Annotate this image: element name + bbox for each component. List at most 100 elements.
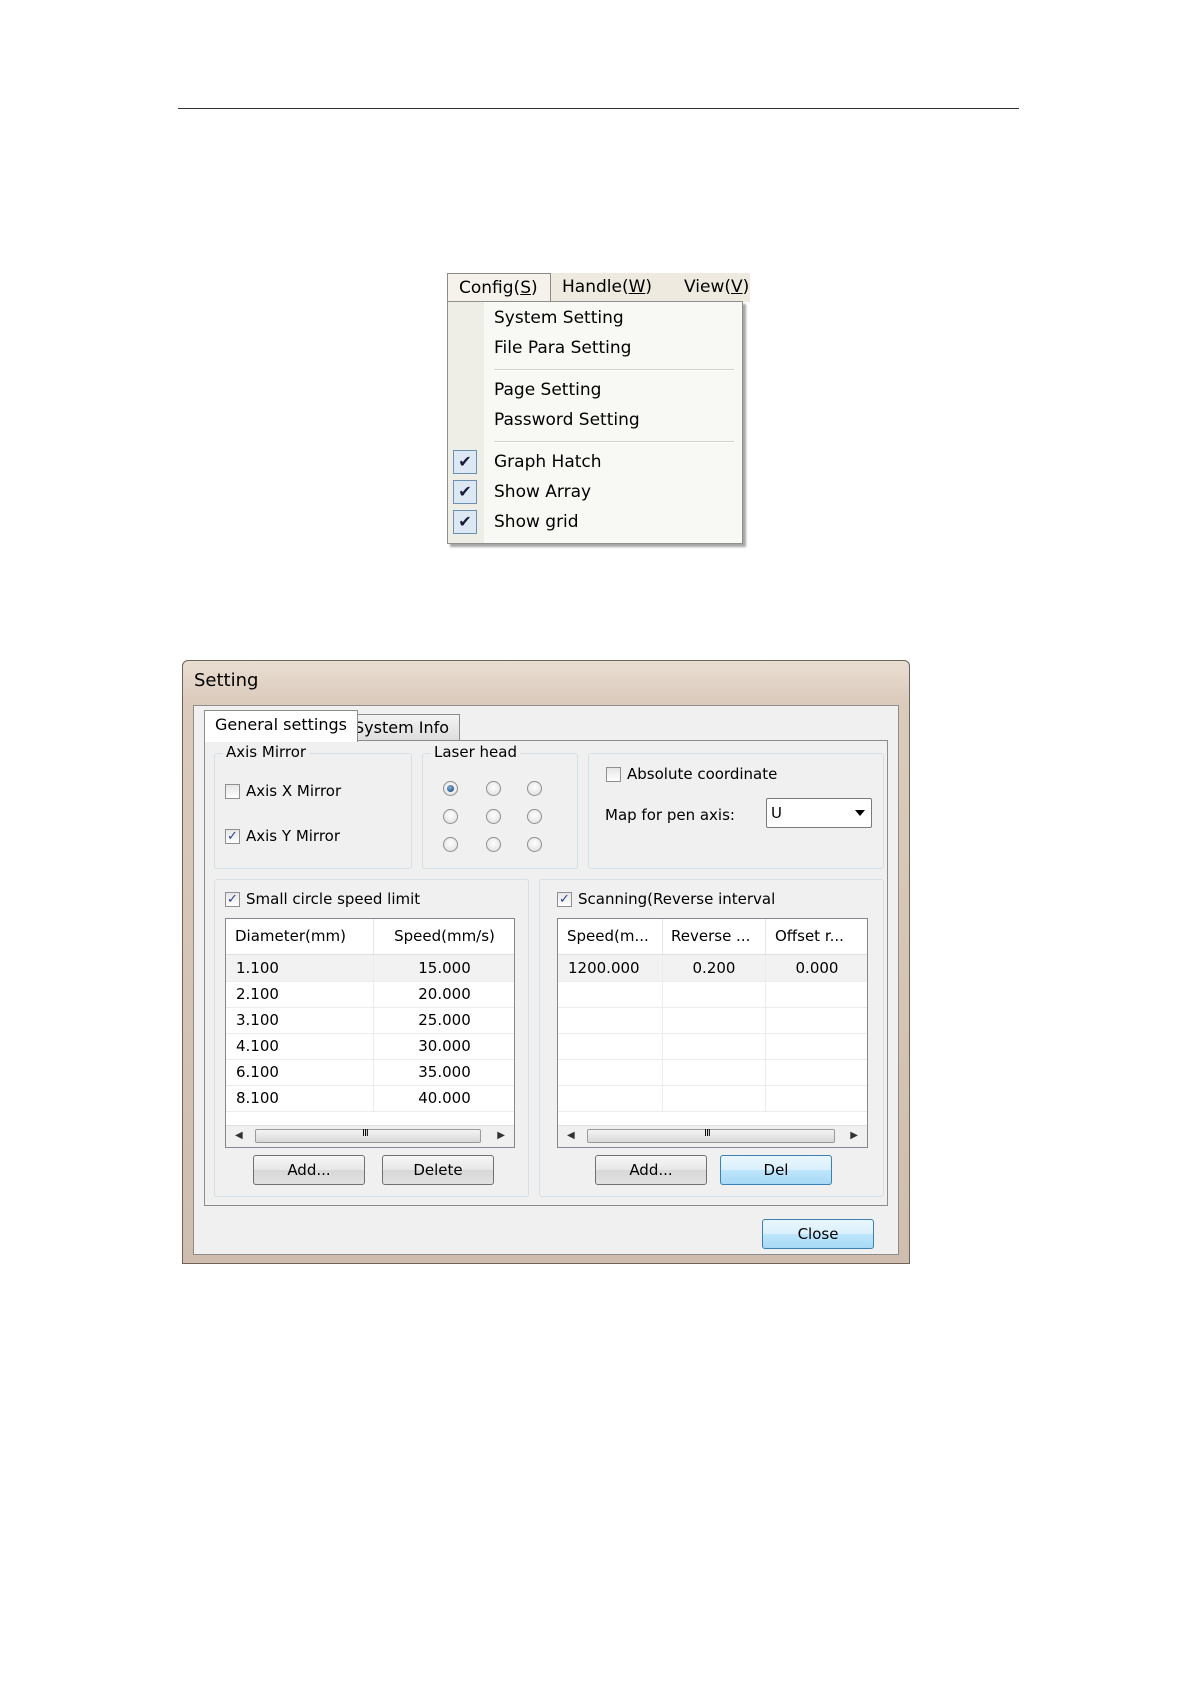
small-circle-label: Small circle speed limit xyxy=(246,890,421,908)
page-header-rule xyxy=(178,108,1019,109)
laser-head-radio-3[interactable] xyxy=(527,781,542,796)
absolute-coordinate-label: Absolute coordinate xyxy=(627,765,778,783)
table-row-empty xyxy=(558,981,867,1008)
axis-mirror-group: Axis Mirror Axis X Mirror ✓ Axis Y Mirro… xyxy=(214,743,412,869)
horizontal-scrollbar[interactable]: ◀ III ▶ xyxy=(558,1125,867,1147)
menu-item-page-setting[interactable]: Page Setting xyxy=(494,380,601,400)
table-cell: 1200.000 xyxy=(558,955,663,981)
laser-head-label: Laser head xyxy=(431,743,520,761)
map-pen-axis-label: Map for pen axis: xyxy=(605,806,735,824)
laser-head-radio-9[interactable] xyxy=(527,837,542,852)
table-cell xyxy=(766,1059,867,1085)
table-cell: 20.000 xyxy=(374,981,514,1007)
menu-item-show-array[interactable]: Show Array xyxy=(494,482,591,502)
table-cell xyxy=(766,981,867,1007)
menu-icon-gutter xyxy=(448,302,484,543)
table-cell: 3.100 xyxy=(226,1007,374,1033)
menu-item-file-para-setting[interactable]: File Para Setting xyxy=(494,338,631,358)
scanning-group: ✓ Scanning(Reverse interval Speed(m... R… xyxy=(539,879,884,1197)
menu-separator xyxy=(494,369,734,371)
laser-head-radio-2[interactable] xyxy=(486,781,501,796)
table-row[interactable]: 8.100 40.000 xyxy=(226,1085,514,1112)
tab-system-info[interactable]: System Info xyxy=(343,714,461,741)
menu-item-system-setting[interactable]: System Setting xyxy=(494,308,624,328)
laser-head-radio-5[interactable] xyxy=(486,809,501,824)
laser-head-radio-6[interactable] xyxy=(527,809,542,824)
scroll-left-icon[interactable]: ◀ xyxy=(567,1130,575,1141)
menu-item-graph-hatch[interactable]: Graph Hatch xyxy=(494,452,602,472)
scroll-thumb[interactable]: III xyxy=(587,1128,835,1143)
checkmark-icon: ✔ xyxy=(453,450,477,474)
table-cell: 0.000 xyxy=(766,955,867,981)
scroll-grip: III xyxy=(362,1128,369,1139)
table-row-empty xyxy=(558,1059,867,1086)
checkmark-icon: ✔ xyxy=(453,510,477,534)
table-cell xyxy=(663,1085,766,1111)
scroll-right-icon[interactable]: ▶ xyxy=(850,1130,858,1141)
coordinate-group: Absolute coordinate Map for pen axis: U xyxy=(588,753,884,869)
small-circle-group: ✓ Small circle speed limit Diameter(mm) … xyxy=(214,879,529,1197)
laser-head-radio-1[interactable] xyxy=(443,781,458,796)
column-header-offset[interactable]: Offset r... xyxy=(766,919,867,954)
scroll-grip: III xyxy=(704,1128,711,1139)
table-row-empty xyxy=(558,1085,867,1112)
small-circle-checkbox[interactable]: ✓ xyxy=(225,892,240,907)
table-cell: 35.000 xyxy=(374,1059,514,1085)
map-pen-axis-select[interactable]: U xyxy=(766,798,872,828)
horizontal-scrollbar[interactable]: ◀ III ▶ xyxy=(226,1125,514,1147)
scroll-left-icon[interactable]: ◀ xyxy=(235,1130,243,1141)
menu-config[interactable]: Config(S) xyxy=(447,273,551,301)
table-row[interactable]: 2.100 20.000 xyxy=(226,981,514,1008)
menu-handle[interactable]: Handle(W) xyxy=(562,277,652,297)
column-header-speed[interactable]: Speed(mm/s) xyxy=(374,919,514,954)
column-header-reverse[interactable]: Reverse ... xyxy=(663,919,766,954)
scanning-del-button[interactable]: Del xyxy=(720,1155,832,1185)
table-cell xyxy=(663,1059,766,1085)
table-cell xyxy=(558,981,663,1007)
scanning-checkbox[interactable]: ✓ xyxy=(557,892,572,907)
small-circle-table: Diameter(mm) Speed(mm/s) 1.100 15.000 2.10… xyxy=(225,918,515,1148)
axis-x-mirror-checkbox[interactable] xyxy=(225,784,240,799)
laser-head-radio-8[interactable] xyxy=(486,837,501,852)
table-cell: 6.100 xyxy=(226,1059,374,1085)
axis-y-mirror-checkbox[interactable]: ✓ xyxy=(225,829,240,844)
small-circle-delete-button[interactable]: Delete xyxy=(382,1155,494,1185)
table-cell xyxy=(766,1033,867,1059)
laser-head-radio-7[interactable] xyxy=(443,837,458,852)
table-cell: 2.100 xyxy=(226,981,374,1007)
axis-y-mirror-label: Axis Y Mirror xyxy=(246,827,341,845)
table-row-empty xyxy=(558,1007,867,1034)
table-cell: 40.000 xyxy=(374,1085,514,1111)
setting-dialog: Setting General settings System Info Axi… xyxy=(182,660,910,1264)
axis-mirror-label: Axis Mirror xyxy=(223,743,310,761)
table-cell xyxy=(663,1007,766,1033)
table-row[interactable]: 1200.000 0.200 0.000 xyxy=(558,955,867,982)
table-header: Speed(m... Reverse ... Offset r... xyxy=(558,919,867,955)
scanning-add-button[interactable]: Add... xyxy=(595,1155,707,1185)
column-header-diameter[interactable]: Diameter(mm) xyxy=(226,919,374,954)
table-cell xyxy=(663,981,766,1007)
table-row[interactable]: 4.100 30.000 xyxy=(226,1033,514,1060)
tab-general-settings[interactable]: General settings xyxy=(204,710,358,742)
menu-view[interactable]: View(V) xyxy=(684,277,750,297)
menu-separator xyxy=(494,441,734,443)
table-cell: 1.100 xyxy=(226,955,374,981)
laser-head-group: Laser head xyxy=(422,743,578,869)
table-cell: 4.100 xyxy=(226,1033,374,1059)
scroll-right-icon[interactable]: ▶ xyxy=(497,1130,505,1141)
table-row[interactable]: 1.100 15.000 xyxy=(226,955,514,982)
dialog-title: Setting xyxy=(194,670,259,691)
scroll-thumb[interactable]: III xyxy=(255,1128,481,1143)
column-header-speed[interactable]: Speed(m... xyxy=(558,919,663,954)
table-header: Diameter(mm) Speed(mm/s) xyxy=(226,919,514,955)
absolute-coordinate-checkbox[interactable] xyxy=(606,767,621,782)
small-circle-add-button[interactable]: Add... xyxy=(253,1155,365,1185)
table-row[interactable]: 6.100 35.000 xyxy=(226,1059,514,1086)
table-row[interactable]: 3.100 25.000 xyxy=(226,1007,514,1034)
laser-head-radio-4[interactable] xyxy=(443,809,458,824)
table-cell xyxy=(558,1085,663,1111)
dialog-client-area: General settings System Info Axis Mirror… xyxy=(193,705,899,1255)
close-button[interactable]: Close xyxy=(762,1219,874,1249)
menu-item-password-setting[interactable]: Password Setting xyxy=(494,410,640,430)
menu-item-show-grid[interactable]: Show grid xyxy=(494,512,579,532)
